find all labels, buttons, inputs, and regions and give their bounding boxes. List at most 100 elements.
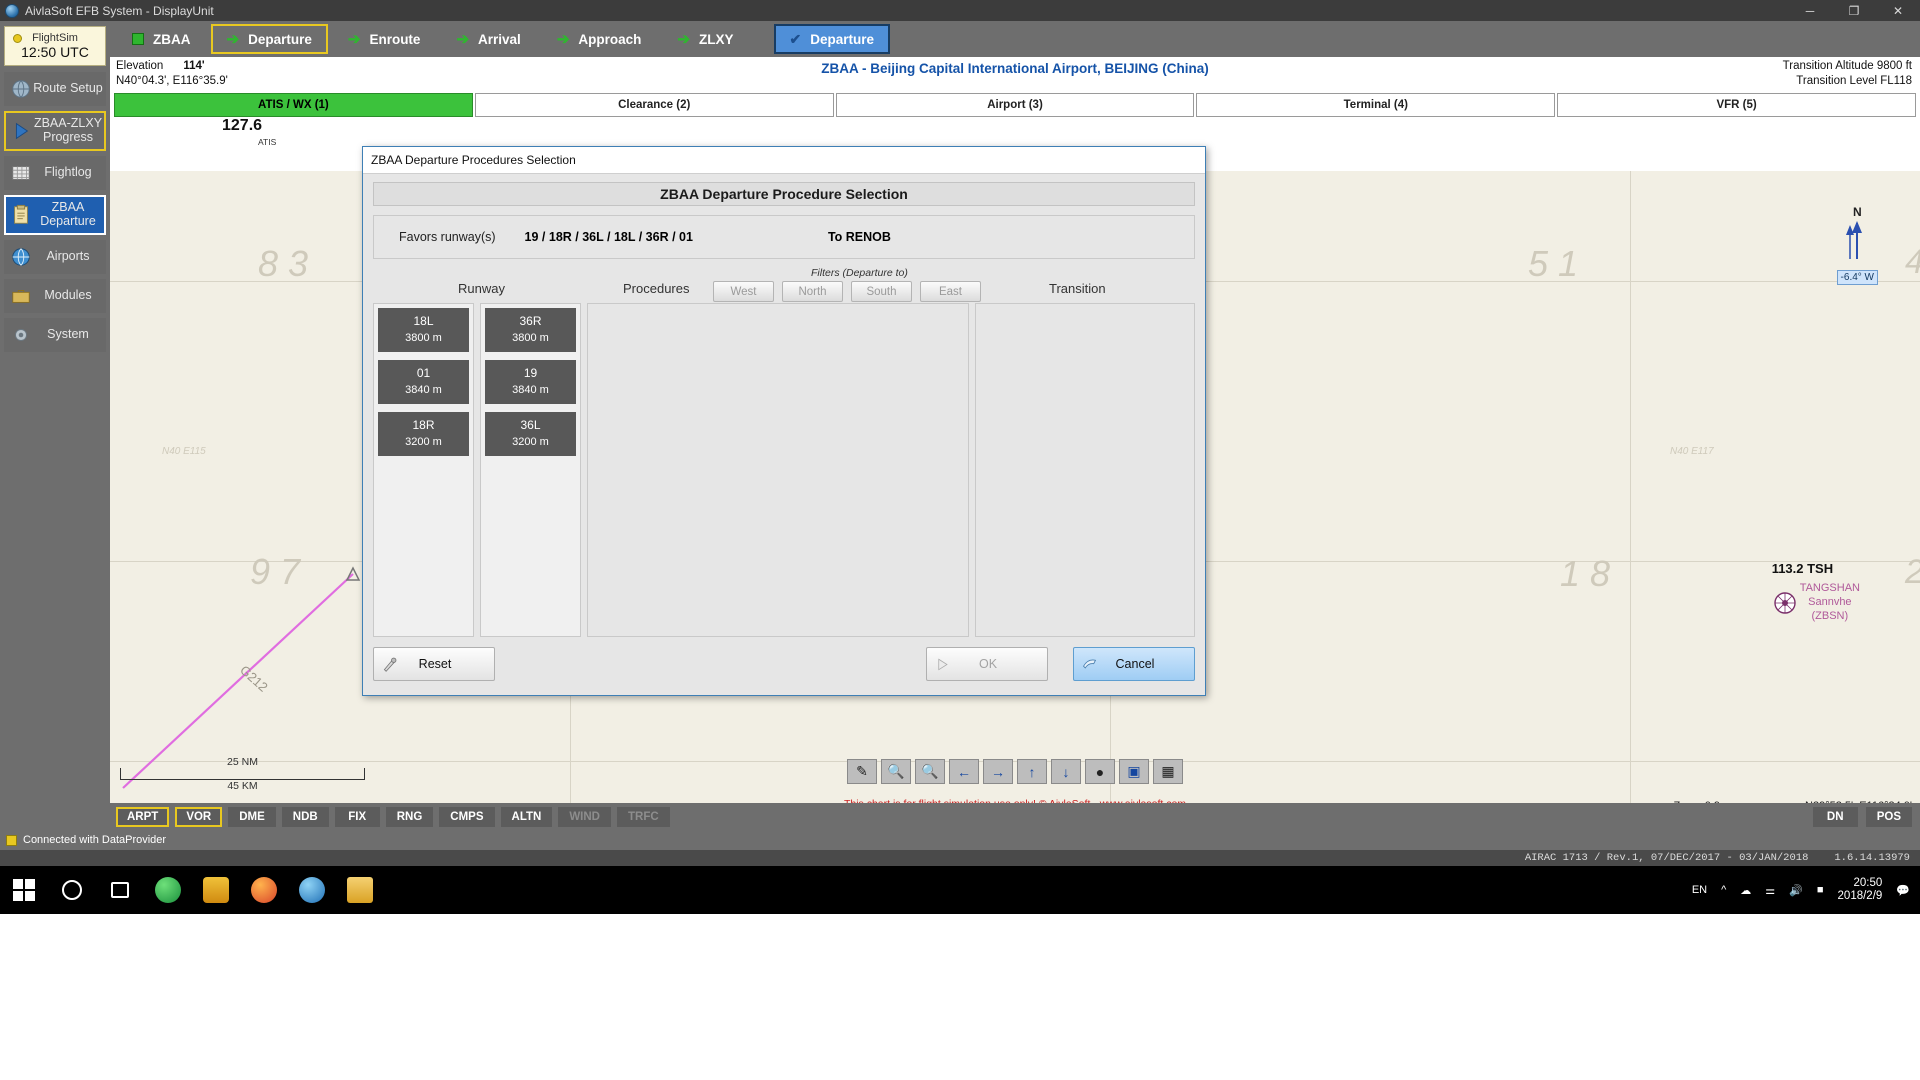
runway-list-left[interactable]: 18L 3800 m 01 3840 m 18R 3200 m bbox=[373, 303, 474, 637]
sidebar-item-flightlog[interactable]: Flightlog bbox=[4, 156, 106, 190]
nav-item-zlxy[interactable]: ➔ ZLXY bbox=[661, 24, 749, 54]
taskbar-app-browser[interactable] bbox=[288, 866, 336, 914]
tab-vfr[interactable]: VFR (5) bbox=[1557, 93, 1916, 117]
arrow-right-icon[interactable]: → bbox=[983, 759, 1013, 784]
nav-item-arrival[interactable]: ➔ Arrival bbox=[440, 24, 536, 54]
show-hidden-icons-icon[interactable]: ^ bbox=[1721, 884, 1726, 896]
tab-atis-wx[interactable]: ATIS / WX (1) bbox=[114, 93, 473, 117]
dialog-body: ZBAA Departure Procedure Selection Favor… bbox=[363, 174, 1205, 691]
sidebar-item-progress[interactable]: ZBAA-ZLXY Progress bbox=[4, 111, 106, 151]
action-center-icon[interactable]: 💬 bbox=[1896, 884, 1910, 897]
search-button[interactable] bbox=[48, 866, 96, 914]
network-icon[interactable]: ⚌ bbox=[1765, 884, 1775, 897]
runway-length: 3200 m bbox=[405, 435, 442, 448]
store-icon bbox=[203, 877, 229, 903]
zoom-in-icon[interactable]: 🔍 bbox=[881, 759, 911, 784]
sidebar-item-label: Modules bbox=[44, 288, 92, 303]
atis-label: ATIS bbox=[258, 137, 277, 147]
runway-item[interactable]: 36L 3200 m bbox=[485, 412, 576, 456]
tab-terminal[interactable]: Terminal (4) bbox=[1196, 93, 1556, 117]
layer-dme[interactable]: DME bbox=[228, 806, 276, 827]
nav-item-departure-chart[interactable]: ✔ Departure bbox=[773, 24, 891, 54]
app-logo-icon bbox=[5, 3, 19, 18]
clipboard-icon bbox=[10, 204, 32, 226]
minimize-button[interactable]: ─ bbox=[1788, 0, 1832, 21]
battery-icon[interactable]: ■ bbox=[1817, 884, 1824, 896]
runway-item[interactable]: 36R 3800 m bbox=[485, 308, 576, 352]
taskbar-clock[interactable]: 20:50 2018/2/9 bbox=[1838, 877, 1883, 903]
maximize-button[interactable]: ❐ bbox=[1832, 0, 1876, 21]
layer-trfc[interactable]: TRFC bbox=[617, 806, 670, 827]
nav-item-zbaa[interactable]: ZBAA bbox=[116, 24, 207, 54]
green-arrow-icon: ➔ bbox=[347, 30, 361, 48]
sidebar-item-modules[interactable]: Modules bbox=[4, 279, 106, 313]
sidebar-item-airports[interactable]: Airports bbox=[4, 240, 106, 274]
sidebar-item-system[interactable]: System bbox=[4, 318, 106, 352]
reset-button[interactable]: Reset bbox=[373, 647, 495, 681]
grid-toggle-icon[interactable]: ▦ bbox=[1153, 759, 1183, 784]
language-indicator[interactable]: EN bbox=[1692, 884, 1707, 896]
filter-east-button[interactable]: East bbox=[920, 281, 981, 302]
taskbar-app-store[interactable] bbox=[192, 866, 240, 914]
layer-ndb[interactable]: NDB bbox=[281, 806, 329, 827]
airport-info-bar: Elevation 114' N40°04.3', E116°35.9' ZBAA… bbox=[110, 57, 1920, 93]
sidebar: FlightSim 12:50 UTC Route Setup ZBAA-ZLX… bbox=[0, 21, 110, 830]
fit-icon[interactable]: ▣ bbox=[1119, 759, 1149, 784]
arrow-left-icon[interactable]: ← bbox=[949, 759, 979, 784]
tab-clearance[interactable]: Clearance (2) bbox=[474, 93, 834, 117]
pencil-icon[interactable]: ✎ bbox=[847, 759, 877, 784]
runway-list-right[interactable]: 36R 3800 m 19 3840 m 36L 3200 m bbox=[480, 303, 581, 637]
task-view-button[interactable] bbox=[96, 866, 144, 914]
ok-button[interactable]: OK bbox=[926, 647, 1048, 681]
layer-vor[interactable]: VOR bbox=[175, 806, 223, 827]
window-title: AivlaSoft EFB System - DisplayUnit bbox=[25, 3, 214, 18]
map-button-dn[interactable]: DN bbox=[1812, 806, 1858, 827]
close-button[interactable]: ✕ bbox=[1876, 0, 1920, 21]
filter-south-button[interactable]: South bbox=[851, 281, 912, 302]
layer-altn[interactable]: ALTN bbox=[500, 806, 553, 827]
taskbar-app-edge[interactable] bbox=[144, 866, 192, 914]
map-button-pos[interactable]: POS bbox=[1865, 806, 1912, 827]
runway-item[interactable]: 19 3840 m bbox=[485, 360, 576, 404]
magnetic-variation-badge: -6.4° W bbox=[1836, 270, 1878, 285]
runway-item[interactable]: 01 3840 m bbox=[378, 360, 469, 404]
layer-rng[interactable]: RNG bbox=[385, 806, 434, 827]
firefox-icon bbox=[251, 877, 277, 903]
departure-procedures-dialog[interactable]: ZBAA Departure Procedures Selection ZBAA… bbox=[362, 146, 1206, 696]
filter-north-button[interactable]: North bbox=[782, 281, 843, 302]
sidebar-item-route-setup[interactable]: Route Setup bbox=[4, 72, 106, 106]
layer-wind[interactable]: WIND bbox=[558, 806, 611, 827]
onedrive-icon[interactable]: ☁ bbox=[1740, 884, 1751, 897]
transition-list[interactable] bbox=[975, 303, 1195, 637]
taskbar-app-firefox[interactable] bbox=[240, 866, 288, 914]
arrow-down-icon[interactable]: ↓ bbox=[1051, 759, 1081, 784]
nav-item-enroute[interactable]: ➔ Enroute bbox=[332, 24, 437, 54]
cancel-button[interactable]: Cancel bbox=[1073, 647, 1195, 681]
procedures-list[interactable] bbox=[587, 303, 969, 637]
runway-item[interactable]: 18L 3800 m bbox=[378, 308, 469, 352]
start-button[interactable] bbox=[0, 866, 48, 914]
zoom-out-icon[interactable]: 🔍 bbox=[915, 759, 945, 784]
column-header-runway: Runway bbox=[458, 281, 505, 296]
app-version: 1.6.14.13979 bbox=[1834, 852, 1910, 864]
transition-altitude: Transition Altitude 9800 ft bbox=[1782, 60, 1912, 72]
volume-icon[interactable]: 🔊 bbox=[1789, 884, 1803, 897]
vor-name: TANGSHAN bbox=[1799, 582, 1860, 594]
arrow-up-icon[interactable]: ↑ bbox=[1017, 759, 1047, 784]
layer-fix[interactable]: FIX bbox=[334, 806, 380, 827]
nav-item-label: Approach bbox=[578, 31, 642, 47]
vor-line3: (ZBSN) bbox=[1811, 609, 1849, 622]
cancel-icon bbox=[1074, 656, 1104, 673]
runway-item[interactable]: 18R 3200 m bbox=[378, 412, 469, 456]
gear-icon bbox=[10, 324, 32, 346]
sidebar-item-departure[interactable]: ZBAA Departure bbox=[4, 195, 106, 235]
status-dot-icon bbox=[13, 34, 22, 43]
tab-airport[interactable]: Airport (3) bbox=[835, 93, 1195, 117]
nav-item-approach[interactable]: ➔ Approach bbox=[541, 24, 658, 54]
layer-arpt[interactable]: ARPT bbox=[116, 806, 170, 827]
nav-item-departure-origin[interactable]: ➔ Departure bbox=[210, 24, 328, 54]
taskbar-app-explorer[interactable] bbox=[336, 866, 384, 914]
night-mode-icon[interactable]: ● bbox=[1085, 759, 1115, 784]
layer-cmps[interactable]: CMPS bbox=[439, 806, 495, 827]
filter-west-button[interactable]: West bbox=[713, 281, 774, 302]
